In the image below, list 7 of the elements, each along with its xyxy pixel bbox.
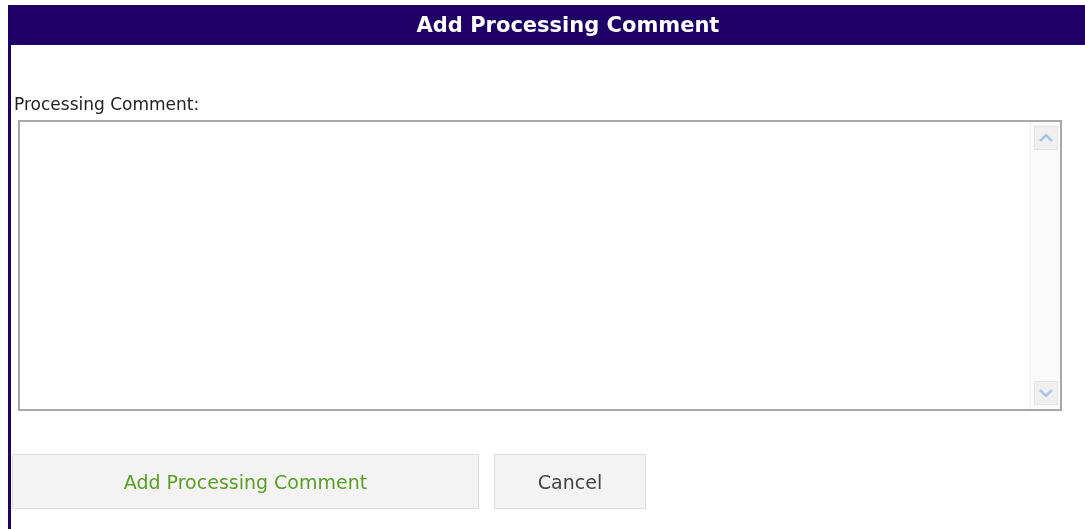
scrollbar[interactable] [1030,122,1060,409]
dialog-title: Add Processing Comment [11,5,1085,45]
scroll-down-icon[interactable] [1038,389,1053,397]
field-label: Processing Comment: [14,94,201,114]
comment-field[interactable] [18,120,1062,411]
cancel-button[interactable]: Cancel [494,454,646,509]
scroll-up-icon[interactable] [1038,134,1053,142]
